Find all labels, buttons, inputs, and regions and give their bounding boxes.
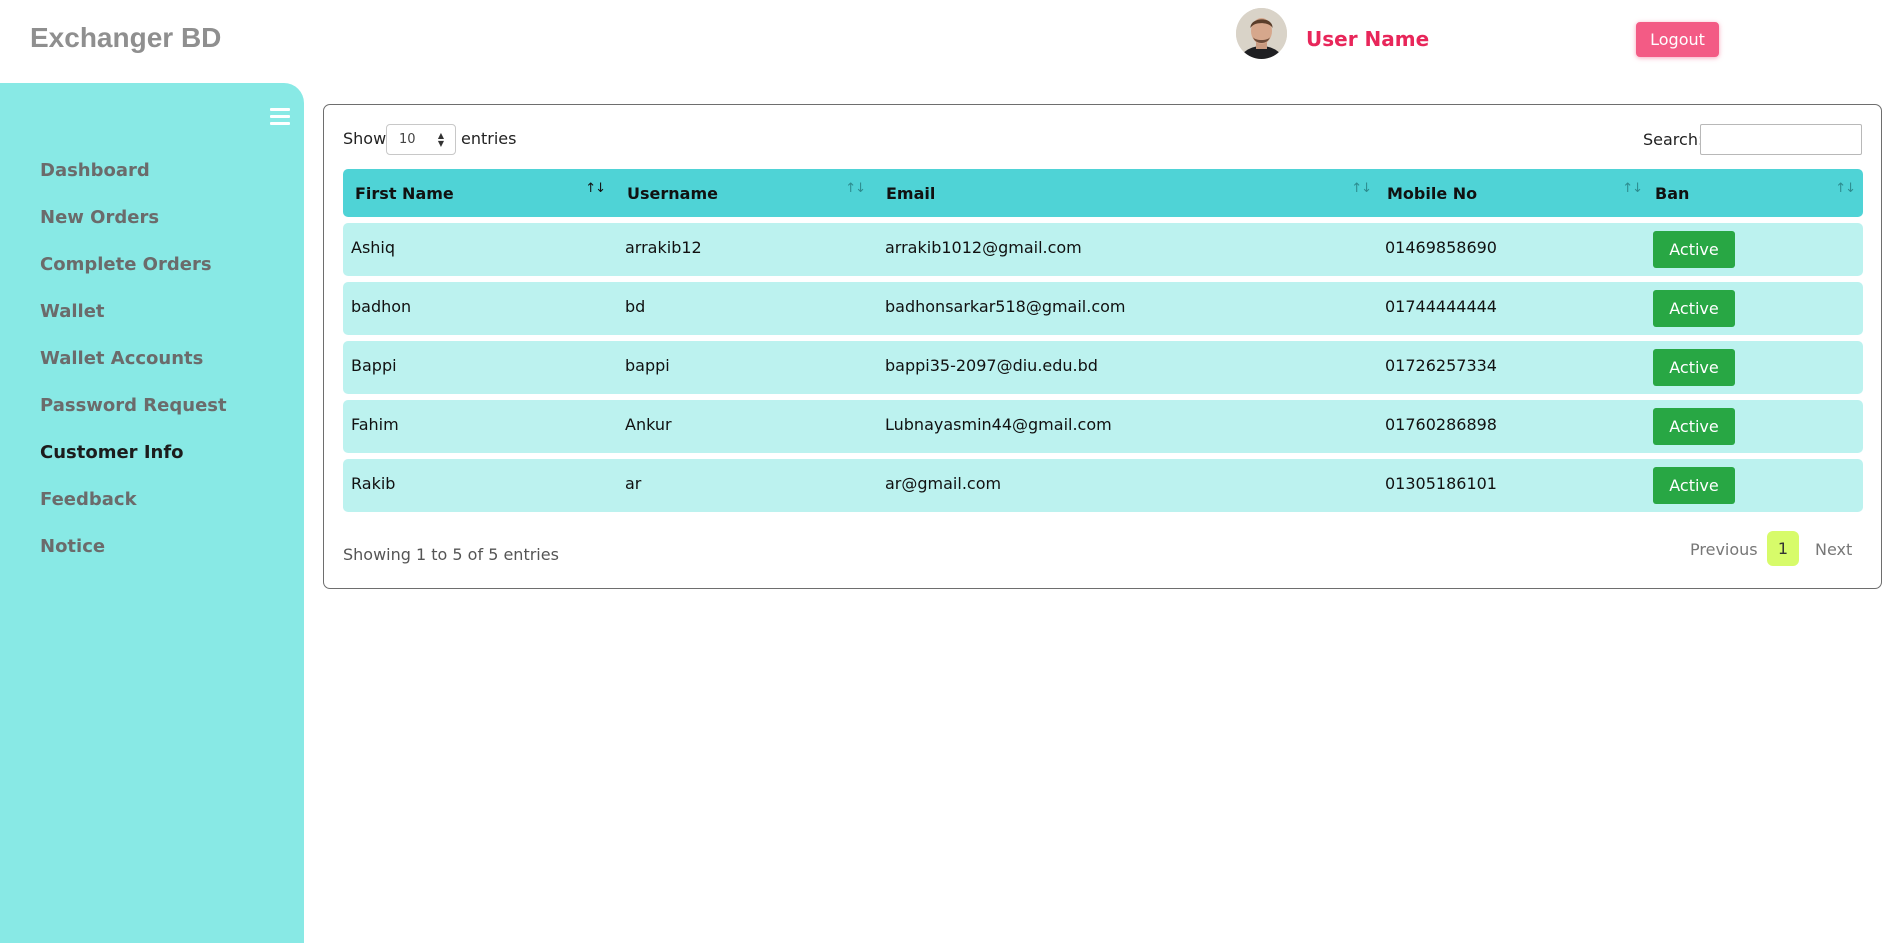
avatar[interactable] bbox=[1236, 8, 1287, 59]
cell-username: ar bbox=[625, 474, 642, 493]
ban-status-button[interactable]: Active bbox=[1653, 290, 1735, 327]
sort-icon: ↑↓ bbox=[585, 181, 606, 196]
cell-mobile: 01469858690 bbox=[1385, 238, 1497, 257]
table-row: badhon bd badhonsarkar518@gmail.com 0174… bbox=[343, 282, 1863, 335]
cell-username: Ankur bbox=[625, 415, 672, 434]
cell-email: bappi35-2097@diu.edu.bd bbox=[885, 356, 1098, 375]
cell-email: ar@gmail.com bbox=[885, 474, 1002, 493]
sidebar-item-complete-orders[interactable]: Complete Orders bbox=[40, 254, 212, 275]
sidebar-item-feedback[interactable]: Feedback bbox=[40, 489, 137, 510]
select-arrows-icon: ▲ ▼ bbox=[437, 131, 444, 148]
logout-button[interactable]: Logout bbox=[1636, 22, 1719, 57]
sidebar-item-password-request[interactable]: Password Request bbox=[40, 395, 227, 416]
column-header-first-name[interactable]: First Name ↑↓ bbox=[343, 169, 613, 217]
cell-first-name: Ashiq bbox=[351, 238, 396, 257]
column-header-username[interactable]: Username ↑↓ bbox=[615, 169, 873, 217]
cell-first-name: Fahim bbox=[351, 415, 399, 434]
sort-icon: ↑↓ bbox=[1351, 181, 1372, 196]
sort-icon: ↑↓ bbox=[1622, 181, 1643, 196]
column-header-email[interactable]: Email ↑↓ bbox=[874, 169, 1379, 217]
cell-mobile: 01760286898 bbox=[1385, 415, 1497, 434]
user-photo-icon bbox=[1236, 8, 1287, 59]
table-row: Bappi bappi bappi35-2097@diu.edu.bd 0172… bbox=[343, 341, 1863, 394]
table-row: Rakib ar ar@gmail.com 01305186101 Active bbox=[343, 459, 1863, 512]
hamburger-menu-icon[interactable] bbox=[270, 108, 290, 125]
page-length-select[interactable]: 10 ▲ ▼ bbox=[386, 124, 456, 155]
show-label: Show bbox=[343, 129, 387, 148]
cell-first-name: Bappi bbox=[351, 356, 397, 375]
cell-first-name: badhon bbox=[351, 297, 412, 316]
sort-icon: ↑↓ bbox=[1835, 181, 1856, 196]
table-info-text: Showing 1 to 5 of 5 entries bbox=[343, 545, 559, 564]
cell-email: Lubnayasmin44@gmail.com bbox=[885, 415, 1112, 434]
cell-email: badhonsarkar518@gmail.com bbox=[885, 297, 1126, 316]
sidebar-item-customer-info[interactable]: Customer Info bbox=[40, 442, 184, 463]
cell-username: arrakib12 bbox=[625, 238, 702, 257]
sidebar-item-new-orders[interactable]: New Orders bbox=[40, 207, 159, 228]
table-row: Fahim Ankur Lubnayasmin44@gmail.com 0176… bbox=[343, 400, 1863, 453]
ban-status-button[interactable]: Active bbox=[1653, 231, 1735, 268]
table-header: First Name ↑↓ Username ↑↓ Email ↑↓ Mobil… bbox=[343, 169, 1863, 217]
pagination-next[interactable]: Next bbox=[1815, 540, 1852, 559]
sidebar-item-wallet-accounts[interactable]: Wallet Accounts bbox=[40, 348, 203, 369]
sidebar-item-dashboard[interactable]: Dashboard bbox=[40, 160, 150, 181]
cell-email: arrakib1012@gmail.com bbox=[885, 238, 1082, 257]
pagination-page-current[interactable]: 1 bbox=[1767, 531, 1799, 566]
cell-mobile: 01726257334 bbox=[1385, 356, 1497, 375]
column-header-mobile-no[interactable]: Mobile No ↑↓ bbox=[1375, 169, 1650, 217]
cell-username: bd bbox=[625, 297, 646, 316]
cell-username: bappi bbox=[625, 356, 670, 375]
pagination-previous[interactable]: Previous bbox=[1690, 540, 1758, 559]
sidebar-item-wallet[interactable]: Wallet bbox=[40, 301, 105, 322]
entries-label: entries bbox=[461, 129, 517, 148]
ban-status-button[interactable]: Active bbox=[1653, 408, 1735, 445]
cell-first-name: Rakib bbox=[351, 474, 396, 493]
sidebar-item-notice[interactable]: Notice bbox=[40, 536, 105, 557]
cell-mobile: 01305186101 bbox=[1385, 474, 1497, 493]
page-length-value: 10 bbox=[399, 132, 416, 147]
user-name[interactable]: User Name bbox=[1306, 27, 1429, 51]
ban-status-button[interactable]: Active bbox=[1653, 349, 1735, 386]
sort-icon: ↑↓ bbox=[845, 181, 866, 196]
table-row: Ashiq arrakib12 arrakib1012@gmail.com 01… bbox=[343, 223, 1863, 276]
column-header-ban[interactable]: Ban ↑↓ bbox=[1643, 169, 1863, 217]
ban-status-button[interactable]: Active bbox=[1653, 467, 1735, 504]
brand-logo-text: Exchanger BD bbox=[30, 22, 222, 53]
cell-mobile: 01744444444 bbox=[1385, 297, 1497, 316]
search-input[interactable] bbox=[1700, 124, 1862, 155]
search-label: Search: bbox=[1643, 130, 1704, 149]
